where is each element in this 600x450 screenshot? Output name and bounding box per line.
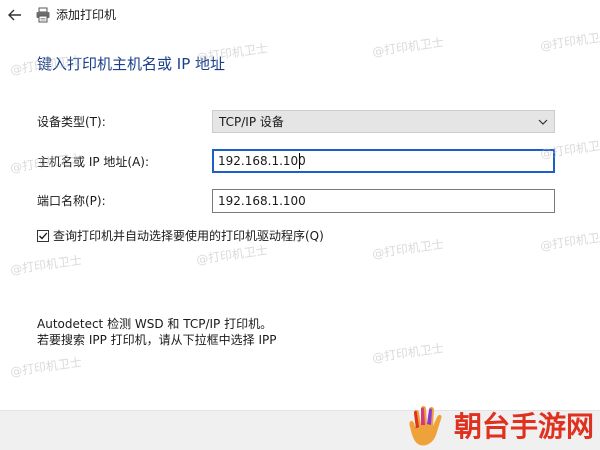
info-text-line1: Autodetect 检测 WSD 和 TCP/IP 打印机。	[37, 317, 273, 331]
watermark: @打印机卫士	[539, 29, 600, 53]
query-driver-option[interactable]: 查询打印机并自动选择要使用的打印机驱动程序(Q)	[37, 228, 324, 244]
watermark: @打印机卫士	[9, 253, 83, 277]
back-arrow-icon	[8, 9, 21, 21]
watermark: @打印机卫士	[9, 355, 83, 379]
watermark: @打印机卫士	[371, 35, 445, 59]
watermark: @打印机卫士	[539, 229, 600, 253]
port-input[interactable]: 192.168.1.100	[212, 189, 555, 213]
device-type-dropdown[interactable]: TCP/IP 设备	[212, 110, 555, 133]
port-input-value: 192.168.1.100	[218, 194, 306, 208]
host-input[interactable]: 192.168.1.100	[212, 149, 555, 173]
watermark: @打印机卫士	[371, 341, 445, 365]
hand-logo-icon	[409, 406, 442, 446]
brand-text: 朝台手游网	[454, 410, 595, 443]
watermark: @打印机卫士	[195, 243, 269, 267]
watermark: @打印机卫士	[371, 237, 445, 261]
query-driver-label: 查询打印机并自动选择要使用的打印机驱动程序(Q)	[53, 229, 324, 243]
device-type-label: 设备类型(T):	[37, 115, 106, 129]
window-title: 添加打印机	[56, 8, 117, 22]
page-heading: 键入打印机主机名或 IP 地址	[37, 55, 226, 73]
brand-logo: 朝台手游网	[404, 403, 600, 450]
checkmark-icon	[39, 232, 48, 240]
host-input-value: 192.168.1.100	[218, 154, 306, 168]
back-button[interactable]	[6, 6, 24, 24]
text-caret	[299, 153, 300, 169]
info-text-line2: 若要搜索 IPP 打印机，请从下拉框中选择 IPP	[37, 333, 277, 347]
title-bar: 添加打印机	[0, 0, 600, 32]
device-type-value: TCP/IP 设备	[219, 115, 284, 129]
port-label: 端口名称(P):	[37, 194, 106, 208]
printer-icon	[36, 7, 50, 23]
chevron-down-icon	[538, 119, 548, 125]
host-label: 主机名或 IP 地址(A):	[37, 155, 150, 169]
query-driver-checkbox[interactable]	[37, 230, 49, 242]
